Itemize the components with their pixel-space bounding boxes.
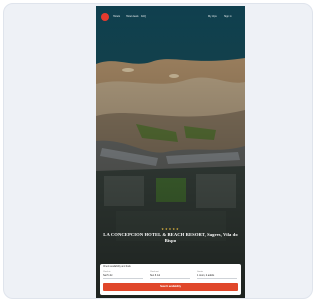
preview-card: Hotels Hotel deals FAQ My trips Sign in … [3, 3, 313, 299]
check-out-label: Check-out [150, 271, 159, 273]
hotel-headline: LA CONCEPCION HOTEL & BEACH RESORT, Sagr… [103, 232, 238, 243]
top-navigation: Hotels Hotel deals FAQ My trips Sign in [96, 6, 245, 28]
check-in-label: Check-in [103, 271, 111, 273]
guests-value: 1 room, 2 adults [197, 274, 215, 277]
check-out-value: Sun 6 Jul [150, 274, 160, 277]
booking-panel: Check availability and book Check-in Sat… [100, 264, 241, 295]
hero-text: ★★★★★ LA CONCEPCION HOTEL & BEACH RESORT… [100, 227, 241, 244]
aerial-resort-photo [96, 6, 245, 298]
booking-title: Check availability and book [103, 266, 131, 268]
star-rating: ★★★★★ [161, 227, 180, 231]
search-button[interactable]: Search availability [103, 283, 238, 291]
brand-logo[interactable] [101, 13, 109, 21]
check-in-field[interactable]: Check-in Sat 5 Jul [103, 271, 143, 279]
nav-link-hotel-deals[interactable]: Hotel deals [126, 15, 139, 18]
check-in-value: Sat 5 Jul [103, 274, 113, 277]
check-out-field[interactable]: Check-out Sun 6 Jul [150, 271, 190, 279]
nav-link-faq[interactable]: FAQ [141, 15, 146, 18]
nav-link-my-trips[interactable]: My trips [208, 15, 217, 18]
guests-label: Guests [197, 271, 203, 273]
guests-field[interactable]: Guests 1 room, 2 adults [197, 271, 237, 279]
nav-link-hotels[interactable]: Hotels [113, 15, 120, 18]
nav-link-sign-in[interactable]: Sign in [224, 15, 232, 18]
mobile-page-screenshot: Hotels Hotel deals FAQ My trips Sign in … [96, 6, 245, 298]
